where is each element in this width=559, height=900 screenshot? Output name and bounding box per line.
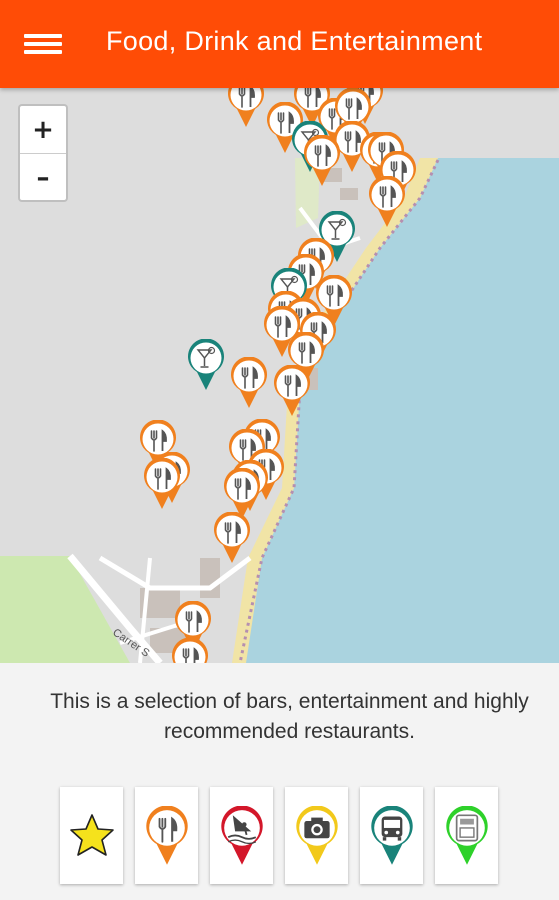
favorites-category-button[interactable] [60,787,123,884]
category-bar [60,787,498,884]
atm-icon [445,805,488,865]
map-tiles: Carrer S [0,88,559,663]
atm-category-button[interactable] [435,787,498,884]
description-text: This is a selection of bars, entertainme… [50,690,529,743]
page-title: Food, Drink and Entertainment [106,26,483,56]
zoom-in-button[interactable]: + [20,106,66,154]
info-panel: This is a selection of bars, entertainme… [0,663,559,900]
transport-category-button[interactable] [360,787,423,884]
watersports-category-button[interactable] [210,787,273,884]
star-icon [69,813,114,856]
zoom-control: + – [18,104,68,202]
bus-icon [370,805,413,865]
hamburger-menu-icon[interactable] [24,32,64,56]
zoom-out-button[interactable]: – [20,154,66,202]
fork-knife-icon [145,805,188,865]
windsurf-icon [220,805,263,865]
camera-icon [295,805,338,865]
sights-category-button[interactable] [285,787,348,884]
restaurants-category-button[interactable] [135,787,198,884]
map-view[interactable]: Carrer S [0,88,559,663]
app-bar: Food, Drink and Entertainment [0,0,559,88]
